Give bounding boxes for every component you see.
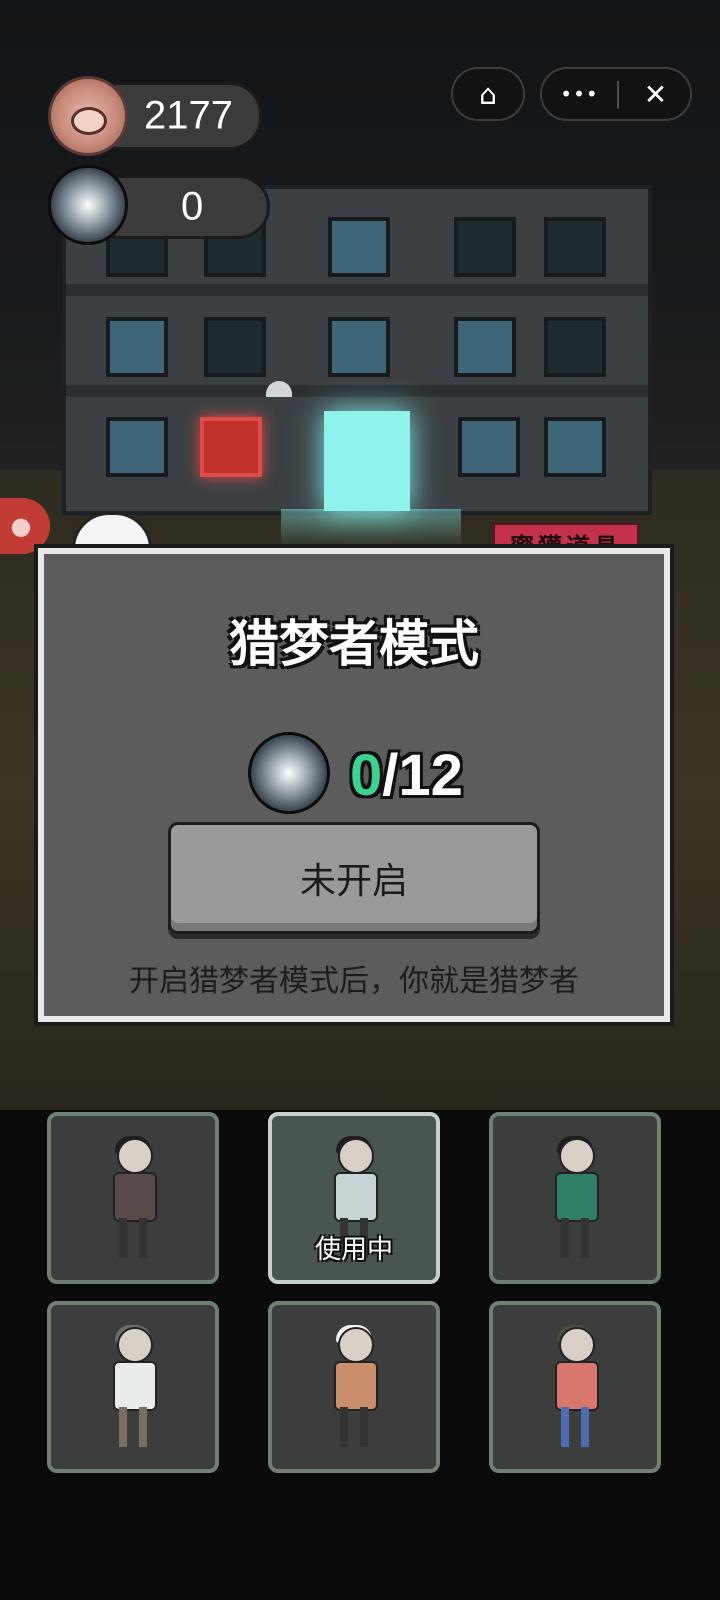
more-icon[interactable]: ••• xyxy=(542,69,617,119)
red-lit-window xyxy=(200,417,262,477)
panel-title: 猎梦者模式 xyxy=(229,615,479,673)
dream-orb-count: 0 xyxy=(181,184,204,229)
close-icon[interactable]: ✕ xyxy=(619,69,692,119)
window xyxy=(454,317,516,377)
miniapp-capsule: ••• ✕ xyxy=(540,67,692,121)
window xyxy=(454,217,516,277)
character-avatar xyxy=(105,1136,161,1262)
character-avatar xyxy=(547,1136,603,1262)
floor-divider xyxy=(66,284,648,296)
home-icon[interactable]: ⌂ xyxy=(453,69,523,119)
window xyxy=(106,317,168,377)
panel-description: 开启猎梦者模式后，你就是猎梦者 xyxy=(129,964,579,999)
dream-orb-icon xyxy=(48,165,128,245)
orb-progress-total: /12 xyxy=(382,743,463,808)
hunter-mode-panel: 猎梦者模式 0/12 未开启 开启猎梦者模式后，你就是猎梦者 xyxy=(34,544,674,1026)
character-avatar xyxy=(547,1325,603,1451)
window xyxy=(544,217,606,277)
street-lamp-icon xyxy=(266,381,292,397)
window xyxy=(458,417,520,477)
glowing-doorway xyxy=(324,411,410,511)
window xyxy=(328,317,390,377)
character-avatar xyxy=(105,1325,161,1451)
orb-progress: 0/12 xyxy=(350,742,463,809)
pig-face-coin-icon xyxy=(48,76,128,156)
character-card[interactable] xyxy=(47,1112,219,1284)
window xyxy=(328,217,390,277)
character-grid: 使用中 xyxy=(0,1110,720,1600)
window xyxy=(204,317,266,377)
in-use-badge: 使用中 xyxy=(314,1235,393,1265)
dream-orb-icon xyxy=(248,732,330,814)
window xyxy=(106,417,168,477)
coin-count: 2177 xyxy=(144,93,233,138)
character-card[interactable] xyxy=(489,1112,661,1284)
door-light-beam xyxy=(281,509,461,549)
orb-progress-current: 0 xyxy=(350,743,383,808)
character-card[interactable] xyxy=(489,1301,661,1473)
character-card-selected[interactable]: 使用中 xyxy=(268,1112,440,1284)
character-card[interactable] xyxy=(268,1301,440,1473)
character-card[interactable] xyxy=(47,1301,219,1473)
floor-divider xyxy=(66,385,648,397)
window xyxy=(544,317,606,377)
character-avatar xyxy=(326,1325,382,1451)
home-capsule[interactable]: ⌂ xyxy=(451,67,525,121)
window xyxy=(544,417,606,477)
mode-status-button[interactable]: 未开启 xyxy=(168,822,540,934)
